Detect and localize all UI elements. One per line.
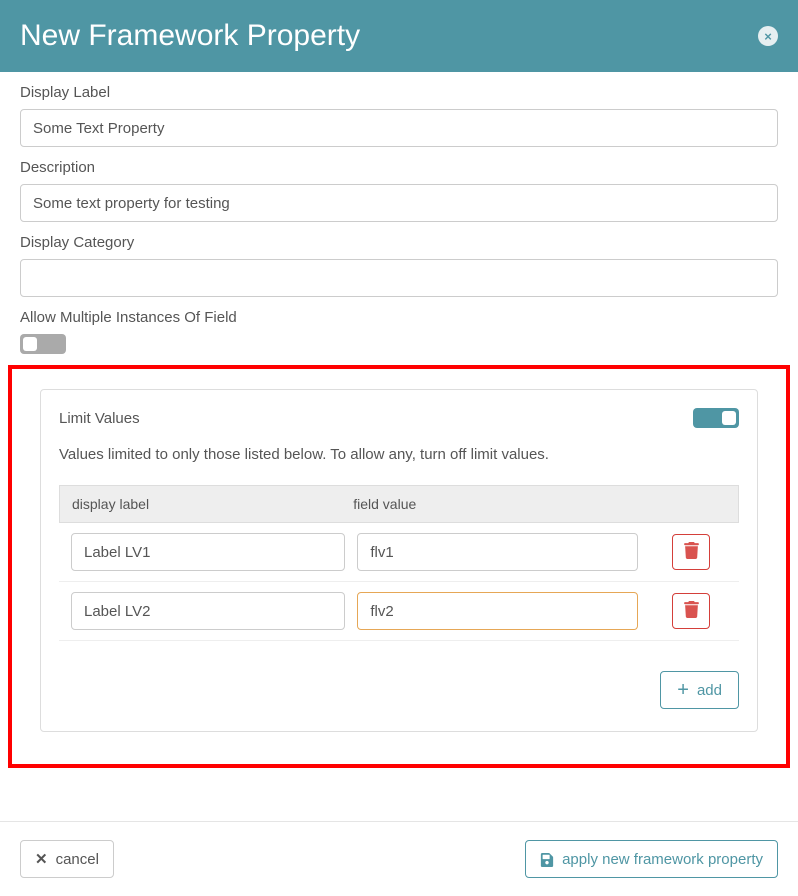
col-field-value: field value (353, 496, 634, 512)
limit-values-row (59, 523, 739, 582)
cancel-button[interactable]: ✕ cancel (20, 840, 114, 878)
toggle-knob (722, 411, 736, 425)
display-category-input[interactable] (20, 259, 778, 297)
allow-multiple-toggle[interactable] (20, 334, 66, 354)
cancel-label: cancel (56, 851, 99, 868)
limit-values-title: Limit Values (59, 410, 140, 427)
trash-icon (684, 542, 699, 562)
limit-values-highlight: Limit Values Values limited to only thos… (8, 365, 790, 768)
x-icon: ✕ (35, 850, 48, 868)
description-input[interactable] (20, 184, 778, 222)
description-label: Description (20, 159, 778, 176)
row-delete-button[interactable] (672, 593, 710, 629)
display-label-label: Display Label (20, 84, 778, 101)
row-delete-button[interactable] (672, 534, 710, 570)
toggle-knob (23, 337, 37, 351)
row-value-input[interactable] (357, 592, 637, 630)
limit-values-row (59, 582, 739, 641)
limit-values-help: Values limited to only those listed belo… (59, 446, 739, 463)
modal-header: New Framework Property × (0, 0, 798, 72)
close-button[interactable]: × (758, 26, 778, 46)
row-value-input[interactable] (357, 533, 637, 571)
limit-values-panel: Limit Values Values limited to only thos… (40, 389, 758, 732)
close-icon: × (764, 30, 772, 43)
save-icon (540, 851, 554, 868)
apply-button[interactable]: apply new framework property (525, 840, 778, 878)
row-label-input[interactable] (71, 533, 345, 571)
allow-multiple-label: Allow Multiple Instances Of Field (20, 309, 778, 326)
plus-icon: + (677, 680, 689, 700)
row-label-input[interactable] (71, 592, 345, 630)
modal-title: New Framework Property (20, 19, 360, 53)
col-display-label: display label (72, 496, 353, 512)
display-category-label: Display Category (20, 234, 778, 251)
modal-footer: ✕ cancel apply new framework property (0, 821, 798, 896)
apply-label: apply new framework property (562, 851, 763, 868)
display-label-input[interactable] (20, 109, 778, 147)
add-value-button[interactable]: + add (660, 671, 739, 709)
limit-values-header: display label field value (59, 485, 739, 523)
add-value-label: add (697, 682, 722, 699)
modal-body[interactable]: Display Label Description Display Catego… (0, 72, 798, 821)
limit-values-toggle[interactable] (693, 408, 739, 428)
trash-icon (684, 601, 699, 621)
